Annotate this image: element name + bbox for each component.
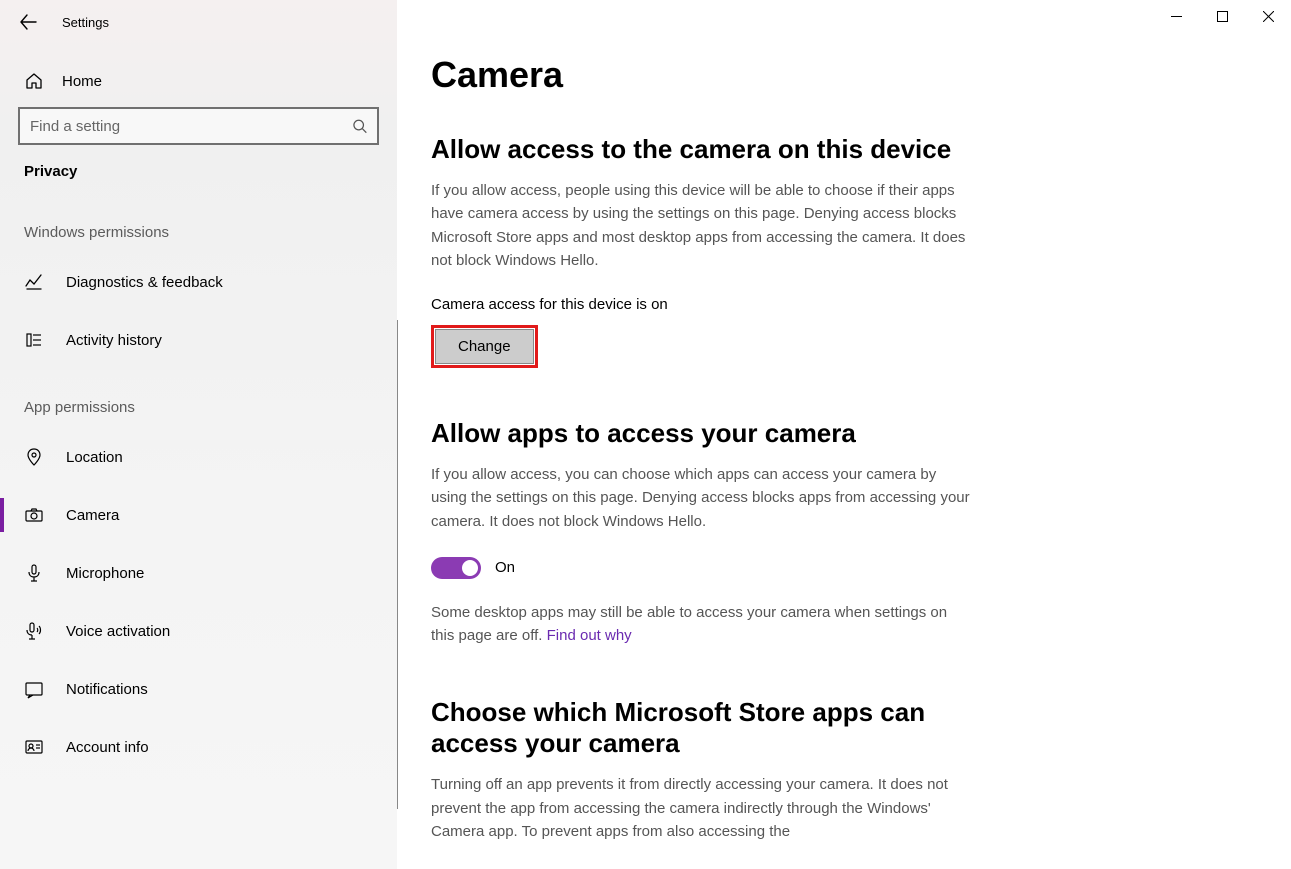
home-button[interactable]: Home [18, 62, 379, 107]
camera-access-status: Camera access for this device is on [431, 296, 1231, 313]
apps-access-toggle-row: On [431, 557, 1231, 579]
sidebar-item-label: Notifications [66, 681, 148, 698]
sidebar-item-activity-history[interactable]: Activity history [0, 311, 397, 369]
sidebar-item-label: Voice activation [66, 623, 170, 640]
window-controls [1153, 0, 1291, 32]
maximize-icon [1217, 11, 1228, 22]
main-content: Camera Allow access to the camera on thi… [397, 0, 1291, 869]
toggle-label: On [495, 559, 515, 576]
body-choose-apps: Turning off an app prevents it from dire… [431, 773, 971, 843]
back-button[interactable] [18, 12, 38, 32]
close-button[interactable] [1245, 0, 1291, 32]
category-label: Privacy [18, 145, 379, 186]
sidebar-item-microphone[interactable]: Microphone [0, 544, 397, 602]
account-icon [24, 737, 44, 757]
find-out-why-link[interactable]: Find out why [547, 627, 632, 644]
sidebar-item-account-info[interactable]: Account info [0, 718, 397, 776]
heading-choose-apps: Choose which Microsoft Store apps can ac… [431, 697, 971, 759]
sidebar-item-camera[interactable]: Camera [0, 486, 397, 544]
heading-allow-apps-access: Allow apps to access your camera [431, 418, 1231, 449]
maximize-button[interactable] [1199, 0, 1245, 32]
change-button-highlight: Change [431, 325, 538, 368]
sidebar-item-label: Activity history [66, 332, 162, 349]
body-allow-device-access: If you allow access, people using this d… [431, 179, 971, 272]
apps-access-toggle[interactable] [431, 557, 481, 579]
sidebar-item-location[interactable]: Location [0, 428, 397, 486]
close-icon [1263, 11, 1274, 22]
desktop-apps-note: Some desktop apps may still be able to a… [431, 601, 971, 648]
change-button[interactable]: Change [435, 329, 534, 364]
sidebar-item-label: Diagnostics & feedback [66, 274, 223, 291]
search-input[interactable] [30, 118, 352, 135]
section-windows-permissions: Windows permissions [0, 194, 397, 253]
minimize-icon [1171, 11, 1182, 22]
location-icon [24, 447, 44, 467]
sidebar-item-label: Account info [66, 739, 149, 756]
diagnostics-icon [24, 272, 44, 292]
camera-icon [24, 505, 44, 525]
section-app-permissions: App permissions [0, 369, 397, 428]
page-title: Camera [431, 54, 1231, 96]
history-icon [24, 330, 44, 350]
home-icon [24, 71, 44, 91]
sidebar-item-notifications[interactable]: Notifications [0, 660, 397, 718]
body-allow-apps-access: If you allow access, you can choose whic… [431, 463, 971, 533]
toggle-knob [462, 560, 478, 576]
sidebar-item-diagnostics[interactable]: Diagnostics & feedback [0, 253, 397, 311]
notifications-icon [24, 679, 44, 699]
arrow-left-icon [19, 13, 37, 31]
app-title: Settings [62, 15, 109, 30]
voice-icon [24, 621, 44, 641]
sidebar-item-label: Microphone [66, 565, 144, 582]
sidebar-item-label: Location [66, 449, 123, 466]
sidebar-item-voice-activation[interactable]: Voice activation [0, 602, 397, 660]
minimize-button[interactable] [1153, 0, 1199, 32]
sidebar-item-label: Camera [66, 507, 119, 524]
nav-top: Home Privacy [0, 44, 397, 194]
home-label: Home [62, 73, 102, 90]
heading-allow-device-access: Allow access to the camera on this devic… [431, 134, 1231, 165]
microphone-icon [24, 563, 44, 583]
search-icon [352, 118, 367, 134]
sidebar: Settings Home Privacy Windows permission… [0, 0, 397, 869]
search-box[interactable] [18, 107, 379, 145]
titlebar: Settings [0, 0, 397, 44]
